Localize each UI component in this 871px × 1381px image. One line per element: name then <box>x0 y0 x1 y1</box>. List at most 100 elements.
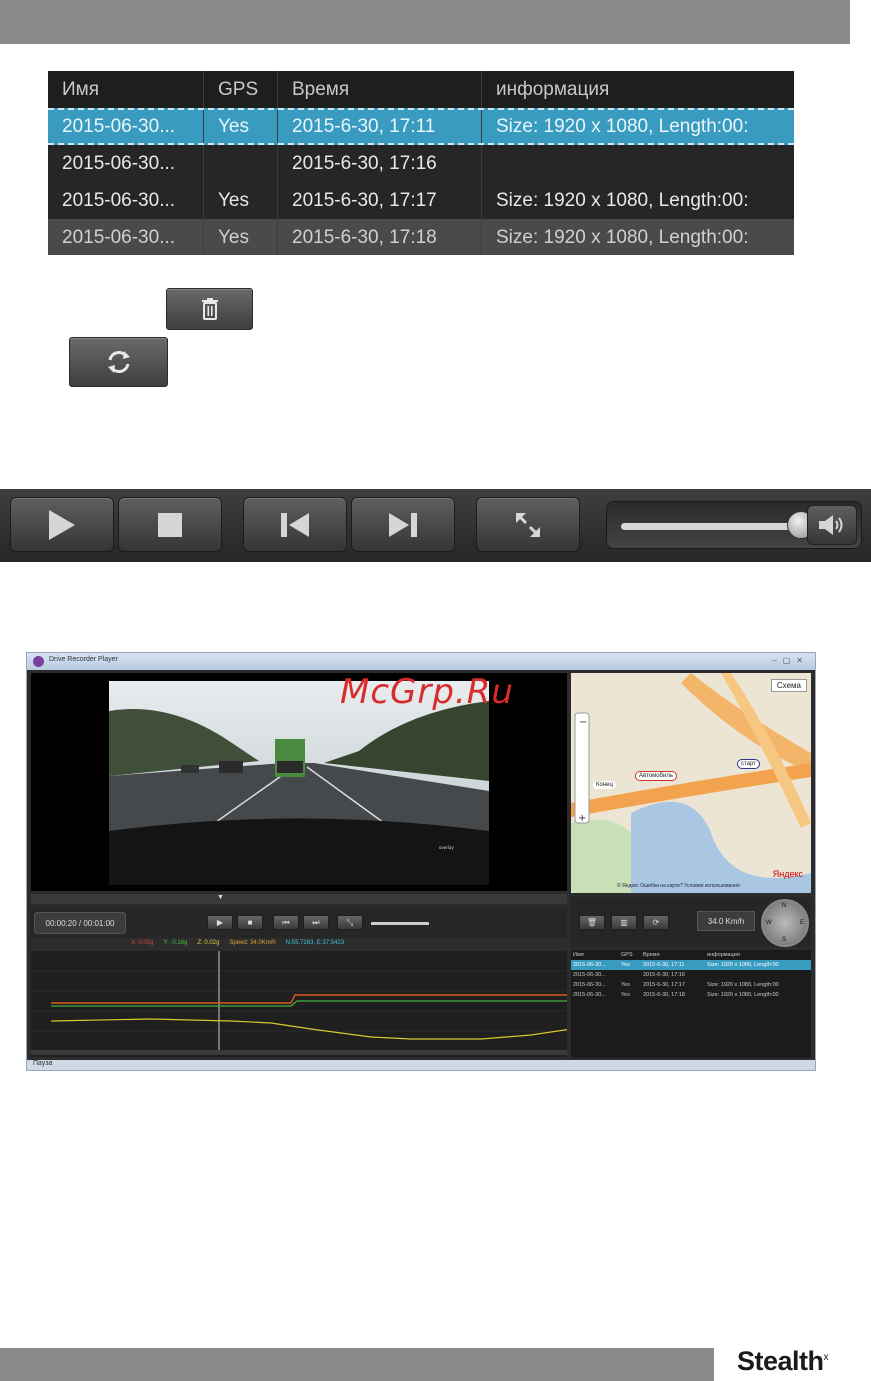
map-type-dropdown[interactable]: Схема <box>770 679 807 692</box>
list-toolbar: 🗑 ▥ ⟳ 34.0 Km/h N S W E <box>571 897 811 947</box>
gsensor-graph <box>31 951 567 1057</box>
delete-button[interactable] <box>166 288 253 330</box>
next-button[interactable] <box>351 497 455 552</box>
map-start-marker[interactable]: старт <box>737 759 760 769</box>
previous-button[interactable] <box>243 497 347 552</box>
window-controls[interactable]: –▢✕ <box>772 656 809 665</box>
cell-gps: Yes <box>621 962 630 968</box>
gsensor-y: Y: -0.16g <box>163 940 188 946</box>
svg-text:+: + <box>578 813 586 824</box>
table-row[interactable]: 2015-06-30... Yes 2015-6-30, 17:17 Size:… <box>48 182 794 219</box>
cell-info: Size: 1920 x 1080, Length:00: <box>496 115 749 137</box>
app-col-time[interactable]: Время <box>641 952 705 958</box>
cell-name: 2015-06-30... <box>48 219 204 255</box>
cell-info: Size: 1920 x 1080, Length:00 <box>707 982 779 988</box>
refresh-icon <box>107 351 130 373</box>
map-footer[interactable]: © Яндекс Ошибка на карте? Условия исполь… <box>617 883 740 889</box>
speed-readout: Speed: 34.0Km/h <box>229 940 276 946</box>
stop-button[interactable] <box>118 497 222 552</box>
seek-marker-icon[interactable]: ▼ <box>217 894 224 901</box>
app-toolbar: 00:00:20 / 00:01:00 ▶ ■ ⏮ ⏭ ⤡ <box>31 908 567 938</box>
previous-icon <box>281 512 309 537</box>
cell-gps: Yes <box>204 182 278 219</box>
map-pane[interactable]: − + Схема Конец Автомобиль старт Яндекс … <box>571 673 811 893</box>
cell-time: 2015-6-30, 17:11 <box>278 110 482 143</box>
cell-info: Size: 1920 x 1080, Length:00 <box>707 962 779 968</box>
app-col-name[interactable]: Имя <box>571 952 619 958</box>
stop-icon <box>158 512 182 537</box>
seek-bar[interactable]: ▼ <box>31 894 567 904</box>
table-row[interactable]: 2015-06-30... Yes 2015-6-30, 17:11 Size:… <box>48 108 794 145</box>
cell-time: 2015-6-30, 17:17 <box>643 982 685 988</box>
cell-name: 2015-06-30... <box>573 982 606 988</box>
fullscreen-button[interactable] <box>476 497 580 552</box>
list-item[interactable]: 2015-06-30... 2015-6-30, 17:16 <box>571 970 811 980</box>
coordinates-readout: N:55.7283, E:37.5423 <box>285 940 345 946</box>
app-col-info[interactable]: информация <box>705 952 801 958</box>
watermark: McGrp.Ru <box>340 672 514 712</box>
app-play-button[interactable]: ▶ <box>207 915 233 930</box>
table-row[interactable]: 2015-06-30... 2015-6-30, 17:16 <box>48 145 794 182</box>
compass-south: S <box>782 937 787 943</box>
app-fullscreen-button[interactable]: ⤡ <box>337 915 363 930</box>
cell-time: 2015-6-30, 17:17 <box>278 182 482 219</box>
app-next-button[interactable]: ⏭ <box>303 915 329 930</box>
brand-logo: Stealthx <box>737 1346 828 1377</box>
app-logo-icon <box>33 656 44 667</box>
cell-name: 2015-06-30... <box>573 972 606 978</box>
table-row[interactable]: 2015-06-30... Yes 2015-6-30, 17:18 Size:… <box>48 219 794 255</box>
column-header-info[interactable]: информация <box>482 71 794 108</box>
gsensor-z: Z: 0.02g <box>197 940 220 946</box>
cell-name: 2015-06-30... <box>573 992 606 998</box>
cell-gps: Yes <box>204 110 278 143</box>
list-item[interactable]: 2015-06-30... Yes 2015-6-30, 17:11 Size:… <box>571 960 811 970</box>
volume-slider[interactable] <box>621 523 791 530</box>
map-car-marker[interactable]: Автомобиль <box>635 771 677 781</box>
cell-time: 2015-6-30, 17:16 <box>643 972 685 978</box>
app-previous-button[interactable]: ⏮ <box>273 915 299 930</box>
trash-icon <box>201 298 218 320</box>
cell-gps: Yes <box>621 982 630 988</box>
list-item[interactable]: 2015-06-30... Yes 2015-6-30, 17:18 Size:… <box>571 990 811 1000</box>
table-header: Имя GPS Время информация <box>48 71 794 108</box>
app-col-gps[interactable]: GPS <box>619 952 641 958</box>
mute-button[interactable] <box>807 505 857 545</box>
map-provider-logo: Яндекс <box>772 869 803 879</box>
cell-info: Size: 1920 x 1080, Length:00: <box>496 226 749 248</box>
app-delete-button[interactable]: 🗑 <box>579 915 605 930</box>
app-file-list: Имя GPS Время информация 2015-06-30... Y… <box>571 950 811 1058</box>
column-header-name[interactable]: Имя <box>48 71 204 108</box>
cell-name: 2015-06-30... <box>48 145 204 182</box>
cell-name: 2015-06-30... <box>573 962 606 968</box>
window-titlebar: Drive Recorder Player –▢✕ <box>27 653 815 670</box>
cell-gps: Yes <box>204 219 278 255</box>
app-stop-button[interactable]: ■ <box>237 915 263 930</box>
app-delete-all-button[interactable]: ▥ <box>611 915 637 930</box>
refresh-button[interactable] <box>69 337 168 387</box>
cell-info: Size: 1920 x 1080, Length:00 <box>707 992 779 998</box>
cell-gps <box>204 145 278 182</box>
window-title: Drive Recorder Player <box>49 656 118 663</box>
map-end-marker[interactable]: Конец <box>593 781 616 789</box>
cell-time: 2015-6-30, 17:18 <box>643 992 685 998</box>
column-header-time[interactable]: Время <box>278 71 482 108</box>
play-icon <box>49 509 75 540</box>
cell-info: Size: 1920 x 1080, Length:00: <box>496 189 749 211</box>
speed-display: 34.0 Km/h <box>697 911 755 931</box>
compass-north: N <box>782 903 787 909</box>
fullscreen-icon <box>516 512 540 537</box>
compass-icon: N S W E <box>761 899 809 947</box>
cell-time: 2015-6-30, 17:16 <box>278 145 482 182</box>
header-band <box>0 0 850 44</box>
app-volume-slider[interactable] <box>371 922 429 925</box>
brand-name: Stealth <box>737 1346 824 1376</box>
list-item[interactable]: 2015-06-30... Yes 2015-6-30, 17:17 Size:… <box>571 980 811 990</box>
cell-gps: Yes <box>621 992 630 998</box>
play-button[interactable] <box>10 497 114 552</box>
volume-control <box>606 501 862 549</box>
column-header-gps[interactable]: GPS <box>204 71 278 108</box>
svg-text:overlay: overlay <box>439 845 454 850</box>
status-bar: Пауза <box>27 1060 815 1070</box>
file-list-table: Имя GPS Время информация 2015-06-30... Y… <box>48 71 794 255</box>
app-refresh-button[interactable]: ⟳ <box>643 915 669 930</box>
